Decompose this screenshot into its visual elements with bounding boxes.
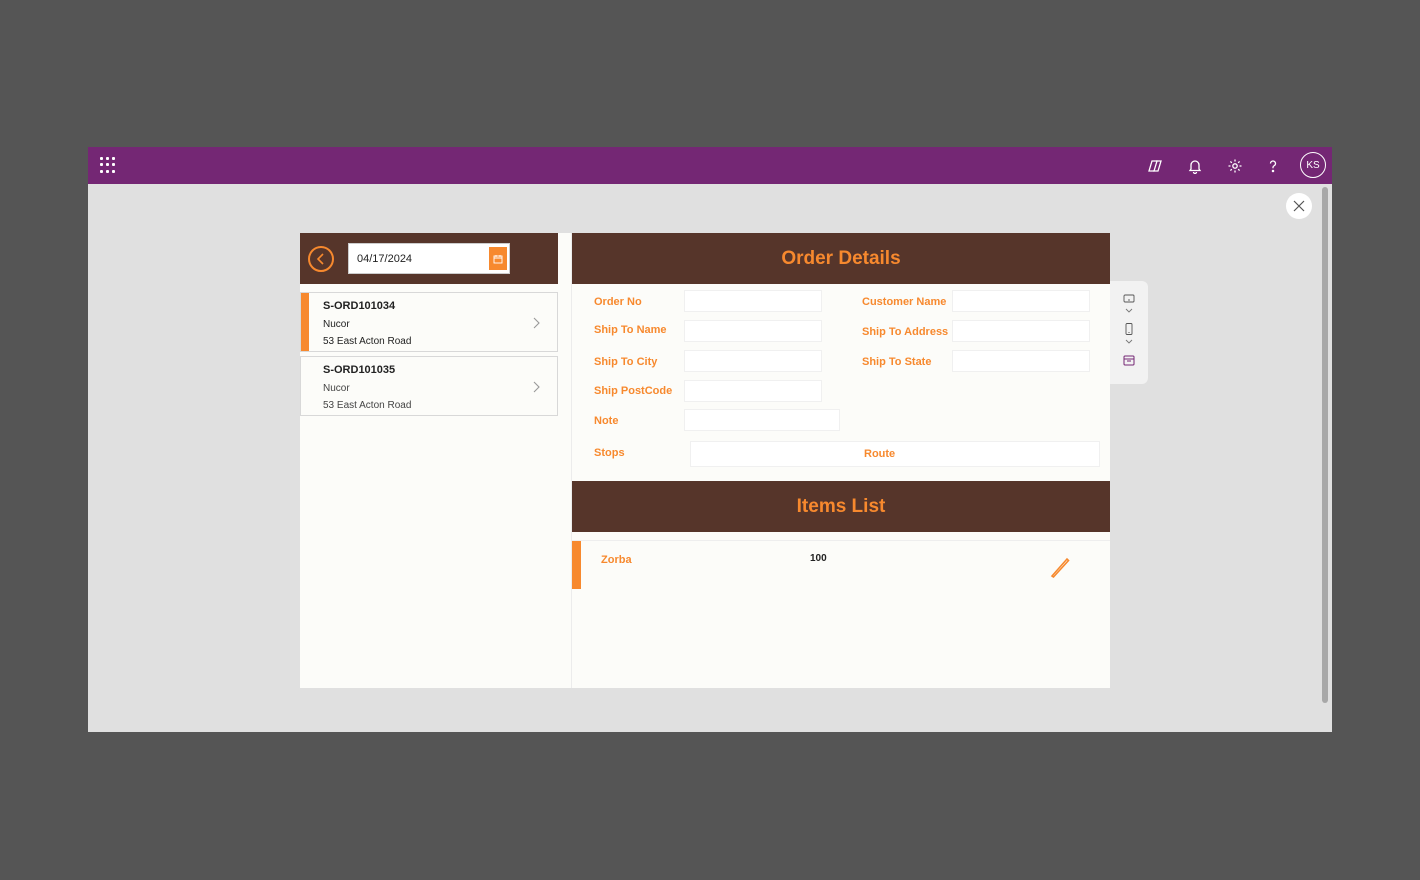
stops-label: Stops [594,447,625,459]
item-name: Zorba [601,554,632,566]
calendar-icon[interactable] [1123,354,1135,366]
ship-to-name-label: Ship To Name [594,324,667,336]
chevron-down-icon[interactable] [1123,336,1135,348]
order-no-value [684,290,822,312]
customer-name-value [952,290,1090,312]
chevron-down-icon[interactable] [1123,305,1135,317]
panel-divider [571,233,572,688]
order-customer: Nucor [323,383,350,394]
bell-icon[interactable] [1183,154,1207,178]
note-label: Note [594,415,619,427]
gear-icon[interactable] [1223,154,1247,178]
orders-header [300,233,558,284]
chevron-right-icon [533,381,540,393]
order-id: S-ORD101034 [323,300,396,312]
app-canvas: S-ORD101034 Nucor 53 East Acton Road S-O… [300,233,1110,688]
phone-icon[interactable] [1123,323,1135,335]
help-icon[interactable] [1261,154,1285,178]
monitor-icon[interactable] [1123,293,1135,305]
ship-postcode-label: Ship PostCode [594,385,673,397]
order-details-header: Order Details [572,233,1110,284]
order-id: S-ORD101035 [323,364,396,376]
route-label: Route [864,448,896,460]
close-icon [1293,200,1305,212]
order-customer: Nucor [323,319,350,330]
ship-to-address-label: Ship To Address [862,326,949,338]
calendar-icon [493,254,503,263]
ship-to-state-label: Ship To State [862,356,932,368]
top-bar: KS [88,147,1332,184]
app-window: KS S-ORD101034 Nucor 53 East Acton Road … [88,147,1332,732]
date-picker [348,243,510,274]
screen-toolbar [1110,281,1148,384]
note-value [684,409,840,431]
order-details-title: Order Details [781,247,901,269]
ship-to-address-value [952,320,1090,342]
order-card[interactable]: S-ORD101034 Nucor 53 East Acton Road [300,292,558,352]
item-row[interactable]: Zorba 100 [572,540,1110,589]
order-address: 53 East Acton Road [323,336,412,347]
items-list-title: Items List [796,495,886,517]
items-list-header: Items List [572,481,1110,532]
pencil-icon[interactable] [1048,555,1072,579]
avatar[interactable]: KS [1300,152,1326,178]
chevron-right-icon [533,317,540,329]
calendar-button[interactable] [489,247,507,270]
copilot-icon[interactable] [1143,154,1167,178]
ship-to-city-label: Ship To City [594,356,658,368]
order-address: 53 East Acton Road [323,400,412,411]
ship-to-name-value [684,320,822,342]
customer-name-label: Customer Name [862,296,947,308]
order-no-label: Order No [594,296,642,308]
close-button[interactable] [1286,193,1312,219]
ship-postcode-value [684,380,822,402]
waffle-icon[interactable] [100,157,116,173]
ship-to-state-value [952,350,1090,372]
date-input[interactable] [349,244,487,273]
ship-to-city-value [684,350,822,372]
window-scrollbar[interactable] [1322,187,1328,703]
item-quantity: 100 [810,553,827,564]
back-button[interactable] [308,246,334,272]
order-card[interactable]: S-ORD101035 Nucor 53 East Acton Road [300,356,558,416]
chevron-left-icon [316,253,324,265]
